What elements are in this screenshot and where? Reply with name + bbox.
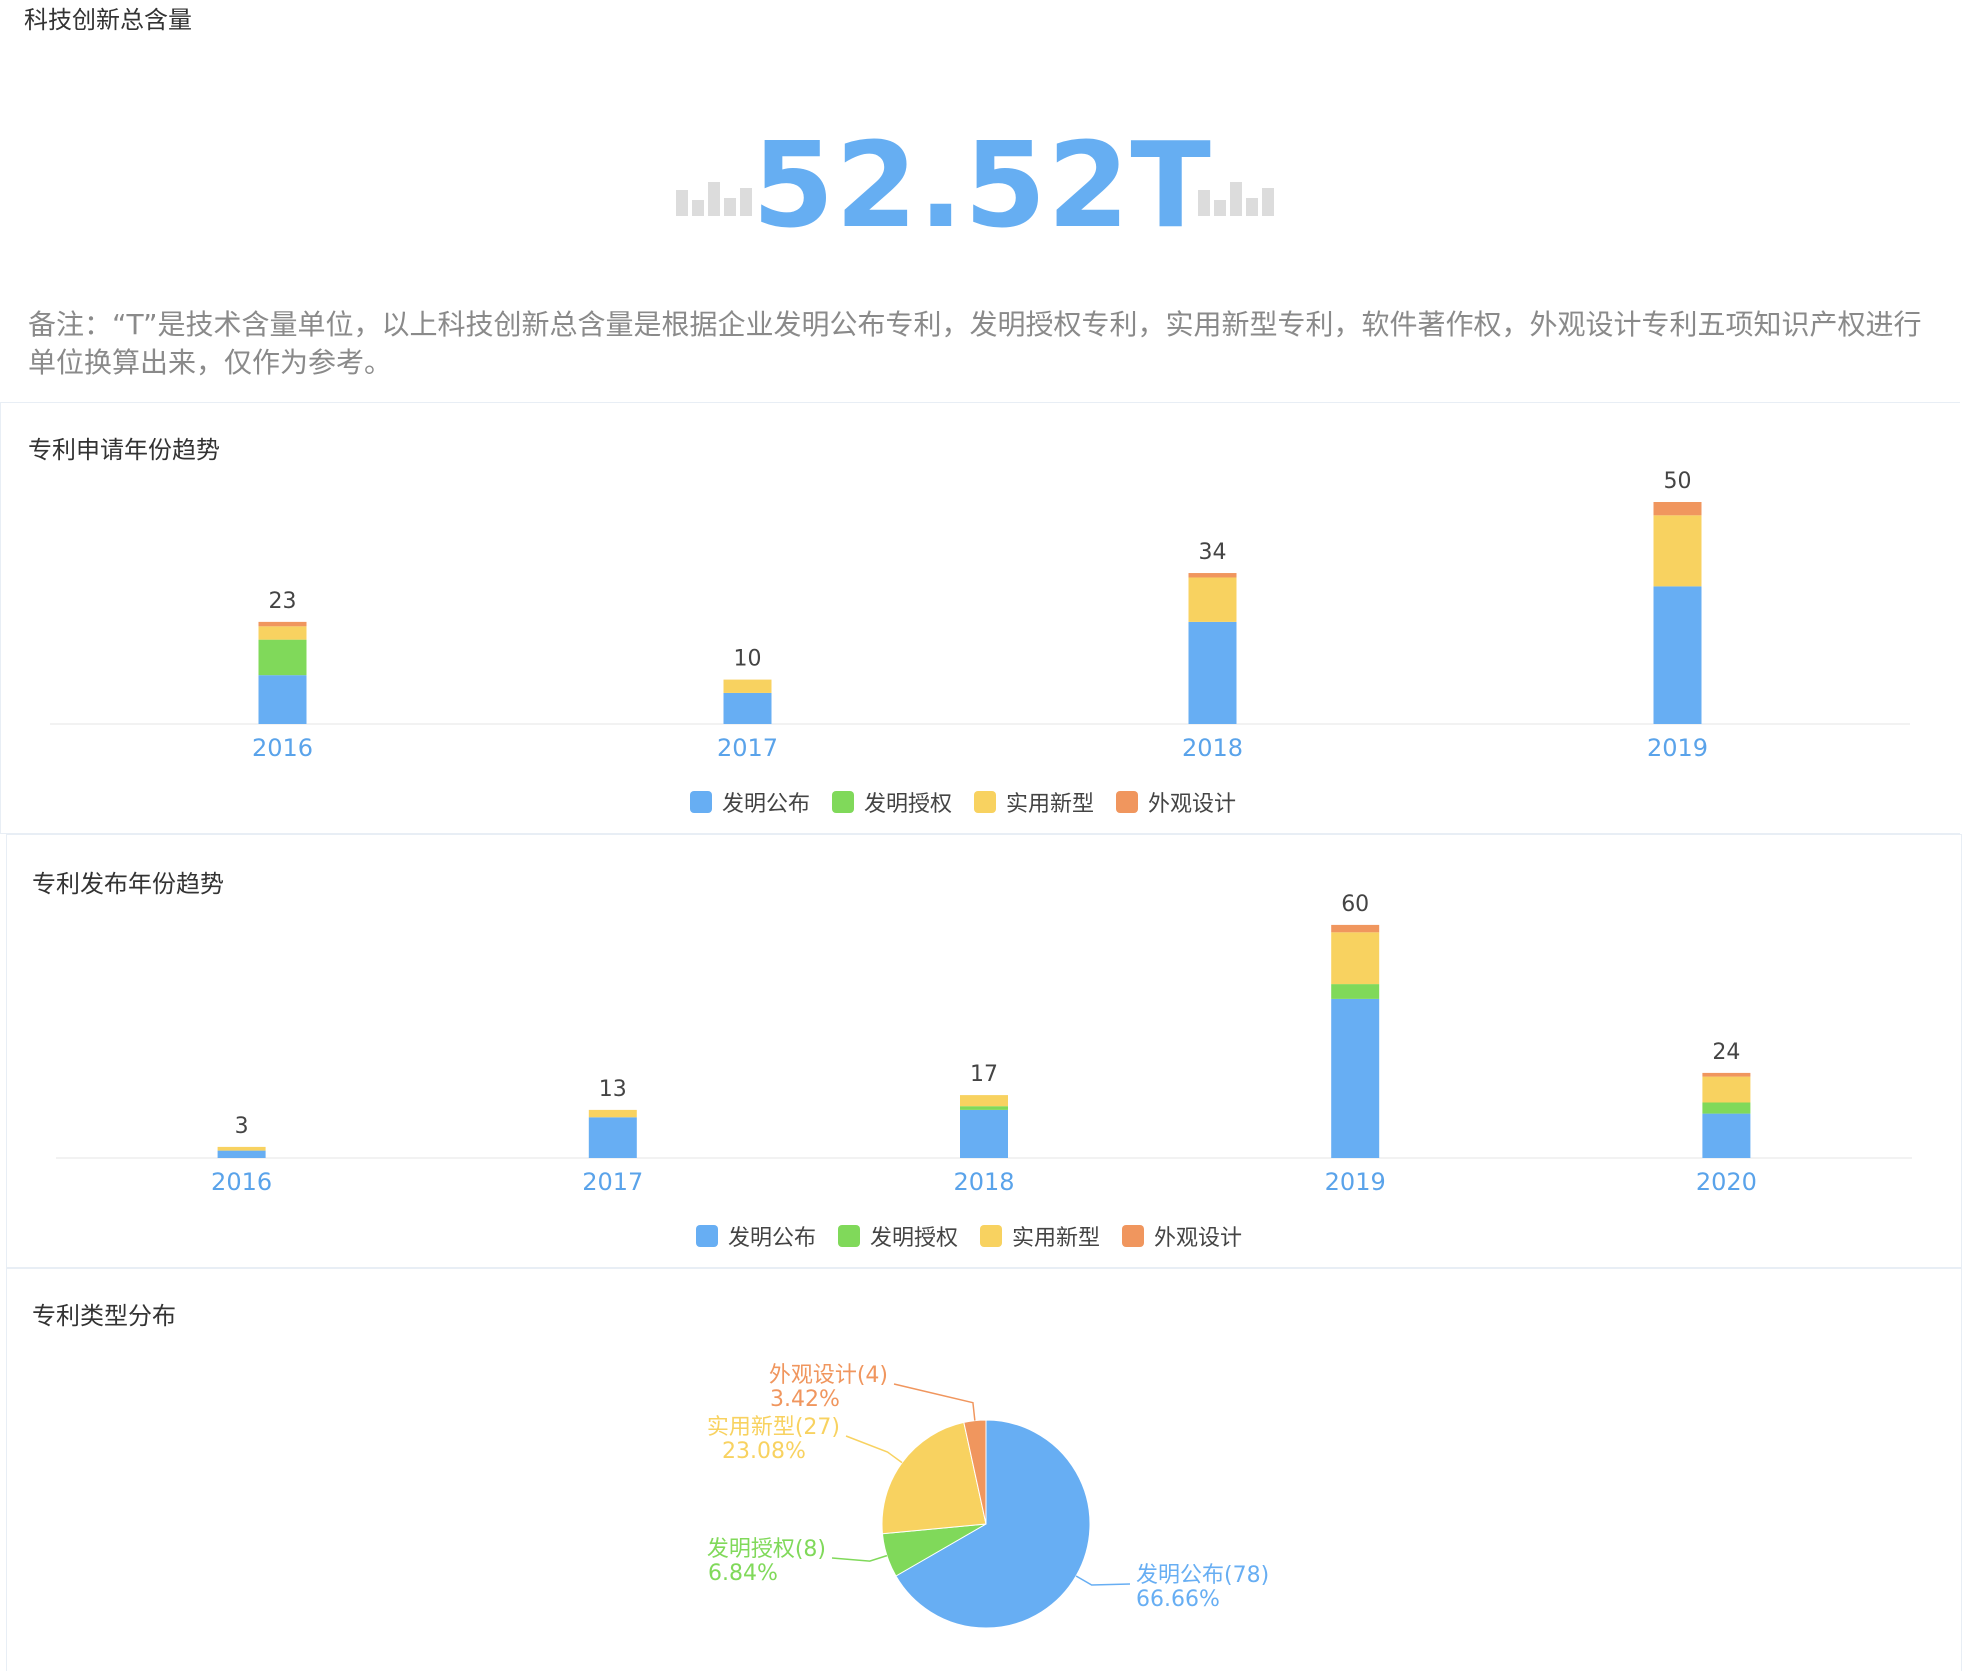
x-tick-label: 2019: [1325, 1168, 1386, 1194]
legend-label: 发明授权: [864, 792, 953, 817]
legend-item[interactable]: 发明公布: [690, 786, 810, 818]
bar-segment-实用新型[interactable]: [217, 1146, 266, 1151]
bar-total-label: 3: [235, 1114, 249, 1139]
bar-segment-发明公布[interactable]: [723, 692, 772, 724]
x-tick-label: 2018: [953, 1168, 1014, 1194]
bar-segment-发明公布[interactable]: [258, 675, 307, 724]
bar-segment-实用新型[interactable]: [1702, 1076, 1751, 1103]
legend-label: 实用新型: [1006, 792, 1095, 817]
legend-item[interactable]: 发明授权: [832, 786, 952, 818]
x-tick-label: 2016: [252, 734, 313, 760]
bar-segment-外观设计[interactable]: [258, 621, 307, 627]
bar-segment-发明公布[interactable]: [1702, 1113, 1751, 1158]
bar-segment-发明公布[interactable]: [1331, 998, 1380, 1158]
x-tick-label: 2018: [1182, 734, 1243, 760]
bar-segment-外观设计[interactable]: [1653, 502, 1702, 516]
legend-swatch: [980, 1225, 1003, 1247]
bar-total-label: 23: [269, 589, 297, 614]
pie-label-percent: 66.66%: [1136, 1587, 1220, 1612]
bar-segment-发明公布[interactable]: [1188, 621, 1237, 724]
tech-content-value: 52.52T: [752, 116, 1212, 254]
legend-item[interactable]: 发明授权: [838, 1220, 958, 1252]
legend-label: 发明公布: [728, 1226, 817, 1251]
bar-segment-发明公布[interactable]: [588, 1117, 637, 1158]
legend-label: 外观设计: [1154, 1226, 1243, 1251]
legend-swatch: [1122, 1225, 1145, 1247]
legend-item[interactable]: 实用新型: [974, 786, 1094, 818]
bar-total-label: 34: [1199, 540, 1227, 565]
bar-total-label: 60: [1341, 894, 1369, 917]
bar-total-label: 10: [734, 647, 762, 672]
bar-segment-实用新型[interactable]: [1188, 577, 1237, 622]
legend-item[interactable]: 实用新型: [980, 1220, 1100, 1252]
type-distribution-pie: 发明公布(78)66.66% 发明授权(8)6.84% 实用新型(27)23.08%…: [707, 1363, 1269, 1629]
apply-trend-chart: 23 2016 10 2017 34 2018 50 2019: [50, 469, 1910, 760]
pie-label-line: [831, 1554, 888, 1562]
note-text: 备注：“T”是技术含量单位，以上科技创新总含量是根据企业发明公布专利，发明授权专…: [28, 308, 1922, 379]
legend-swatch: [974, 791, 997, 813]
bar-segment-发明授权[interactable]: [1702, 1102, 1751, 1114]
tech-content-display: 52.52T: [0, 120, 1964, 250]
pie-label-name: 发明公布(78): [1136, 1563, 1269, 1588]
legend-swatch: [1116, 791, 1139, 813]
bar-total-label: 24: [1712, 1040, 1740, 1065]
bar-segment-发明公布[interactable]: [960, 1109, 1008, 1158]
pie-label-percent: 23.08%: [722, 1439, 806, 1464]
bar-segment-发明授权[interactable]: [1331, 984, 1380, 999]
legend-label: 发明授权: [870, 1226, 959, 1251]
publish-trend-legend: 发明公布 发明授权 实用新型 外观设计: [696, 1220, 1242, 1252]
legend-label: 实用新型: [1012, 1226, 1101, 1251]
legend-item[interactable]: 外观设计: [1122, 1220, 1242, 1252]
bar-segment-发明公布[interactable]: [217, 1150, 266, 1158]
x-tick-label: 2019: [1647, 734, 1708, 760]
legend-item[interactable]: 外观设计: [1116, 786, 1236, 818]
apply-trend-legend: 发明公布 发明授权 实用新型 外观设计: [690, 786, 1236, 818]
bar-segment-实用新型[interactable]: [723, 679, 772, 693]
pie-label-name: 外观设计(4): [769, 1363, 888, 1388]
bar-segment-发明授权[interactable]: [258, 639, 307, 676]
bar-total-label: 50: [1664, 469, 1692, 494]
tech-content-title: 科技创新总含量: [24, 6, 192, 34]
bar-segment-实用新型[interactable]: [960, 1095, 1008, 1107]
legend-swatch: [690, 791, 712, 813]
pie-label-percent: 6.84%: [708, 1561, 778, 1586]
bar-segment-实用新型[interactable]: [1653, 515, 1702, 587]
bar-segment-外观设计[interactable]: [1702, 1072, 1751, 1077]
bar-segment-发明公布[interactable]: [1653, 586, 1702, 724]
pie-label-percent: 3.42%: [770, 1387, 840, 1412]
legend-swatch: [838, 1225, 861, 1247]
bar-segment-发明授权[interactable]: [960, 1106, 1008, 1110]
bar-segment-实用新型[interactable]: [258, 626, 307, 640]
x-tick-label: 2017: [582, 1168, 643, 1194]
publish-trend-chart: 3 2016 13 2017 17 2018 60 2019 24 2020: [56, 894, 1912, 1194]
bar-segment-外观设计[interactable]: [1188, 573, 1237, 578]
legend-item[interactable]: 发明公布: [696, 1220, 816, 1252]
legend-label: 外观设计: [1148, 792, 1237, 817]
pie-label-line: [893, 1383, 976, 1421]
pie-label-line: [845, 1435, 903, 1464]
pie-label-name: 实用新型(27): [707, 1415, 840, 1440]
bar-total-label: 17: [970, 1062, 998, 1087]
bar-segment-实用新型[interactable]: [588, 1109, 637, 1118]
bar-decoration-icon: [1198, 182, 1274, 216]
pie-label-line: [1075, 1575, 1131, 1586]
legend-swatch: [696, 1225, 718, 1247]
x-tick-label: 2020: [1696, 1168, 1757, 1194]
x-tick-label: 2017: [717, 734, 778, 760]
legend-label: 发明公布: [722, 792, 811, 817]
type-distribution-title: 专利类型分布: [32, 1302, 176, 1330]
legend-swatch: [832, 791, 855, 813]
bar-segment-实用新型[interactable]: [1331, 932, 1380, 985]
x-tick-label: 2016: [211, 1168, 272, 1194]
bar-total-label: 13: [599, 1077, 627, 1102]
pie-label-name: 发明授权(8): [707, 1537, 826, 1562]
bar-segment-外观设计[interactable]: [1331, 924, 1380, 933]
